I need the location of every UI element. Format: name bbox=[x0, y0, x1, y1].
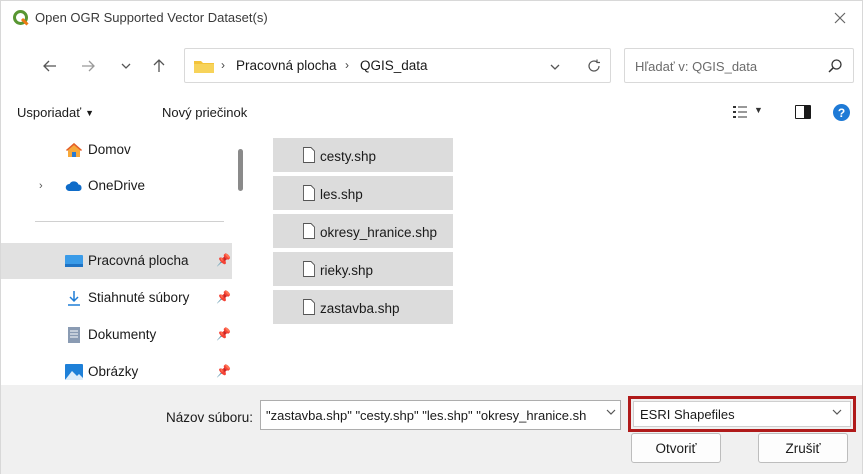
organize-label: Usporiadať bbox=[17, 105, 82, 120]
file-item-rieky[interactable]: rieky.shp bbox=[273, 252, 453, 288]
sidebar-divider bbox=[35, 221, 224, 222]
file-type-value: ESRI Shapefiles bbox=[640, 407, 735, 422]
breadcrumb-separator: › bbox=[345, 58, 349, 72]
new-folder-button[interactable]: Nový priečinok bbox=[162, 105, 247, 120]
forward-button[interactable] bbox=[76, 55, 100, 77]
organize-button[interactable]: Usporiadať ▼ bbox=[17, 105, 94, 120]
sidebar-item-downloads[interactable]: Stiahnuté súbory 📌 bbox=[1, 280, 232, 316]
folder-icon bbox=[194, 61, 214, 73]
address-dropdown-button[interactable] bbox=[543, 57, 567, 77]
file-item-zastavba[interactable]: zastavba.shp bbox=[273, 290, 453, 326]
arrow-left-icon bbox=[43, 60, 56, 72]
refresh-icon bbox=[588, 59, 600, 72]
arrow-up-icon bbox=[153, 59, 165, 72]
file-icon bbox=[303, 185, 315, 201]
window-title: Open OGR Supported Vector Dataset(s) bbox=[35, 10, 268, 25]
cloud-icon bbox=[65, 181, 82, 191]
pin-icon[interactable]: 📌 bbox=[216, 364, 231, 378]
breadcrumb-item-qgis-data[interactable]: QGIS_data bbox=[360, 58, 428, 73]
chevron-down-icon[interactable] bbox=[606, 407, 616, 418]
sidebar-item-label: Stiahnuté súbory bbox=[88, 290, 190, 305]
sidebar-item-label: Dokumenty bbox=[88, 327, 157, 342]
recent-locations-button[interactable] bbox=[114, 55, 138, 77]
filename-label: Názov súboru: bbox=[166, 410, 254, 425]
pictures-icon bbox=[65, 364, 83, 380]
navigation-bar: › Pracovná plocha › QGIS_data Hľadať v: … bbox=[1, 35, 862, 95]
view-options-caret-icon[interactable]: ▼ bbox=[754, 105, 763, 115]
preview-pane-icon[interactable] bbox=[795, 105, 811, 119]
open-button[interactable]: Otvoriť bbox=[631, 433, 721, 463]
file-icon bbox=[303, 223, 315, 239]
file-item-okresy-hranice[interactable]: okresy_hranice.shp bbox=[273, 214, 453, 250]
file-name: cesty.shp bbox=[320, 149, 377, 164]
sidebar-item-desktop[interactable]: Pracovná plocha 📌 bbox=[1, 243, 232, 279]
sidebar-scrollbar[interactable] bbox=[238, 149, 243, 191]
file-name: okresy_hranice.shp bbox=[320, 225, 438, 240]
document-icon bbox=[68, 327, 80, 343]
filename-value: "zastavba.shp" "cesty.shp" "les.shp" "ok… bbox=[266, 408, 587, 423]
file-icon bbox=[303, 299, 315, 315]
cancel-button[interactable]: Zrušiť bbox=[758, 433, 848, 463]
address-bar[interactable]: › Pracovná plocha › QGIS_data bbox=[184, 48, 611, 83]
file-name: rieky.shp bbox=[320, 263, 374, 278]
sidebar-item-onedrive[interactable]: › OneDrive bbox=[1, 168, 232, 204]
file-name: zastavba.shp bbox=[320, 301, 400, 316]
breadcrumb-item-desktop[interactable]: Pracovná plocha bbox=[236, 58, 337, 73]
qgis-logo-icon bbox=[13, 10, 29, 26]
navigation-pane: Domov › OneDrive Pracovná plocha 📌 Stiah… bbox=[1, 131, 251, 385]
command-bar: Usporiadať ▼ Nový priečinok ▼ ? bbox=[1, 95, 862, 131]
sidebar-item-home[interactable]: Domov bbox=[1, 132, 232, 168]
sidebar-item-label: Obrázky bbox=[88, 364, 139, 379]
close-icon bbox=[834, 12, 846, 24]
sidebar-item-documents[interactable]: Dokumenty 📌 bbox=[1, 317, 232, 353]
file-type-select[interactable]: ESRI Shapefiles bbox=[633, 401, 851, 427]
file-icon bbox=[303, 261, 315, 277]
sidebar-item-label: Domov bbox=[88, 142, 131, 157]
file-type-highlight: ESRI Shapefiles bbox=[628, 396, 856, 432]
download-icon bbox=[68, 291, 80, 306]
file-item-cesty[interactable]: cesty.shp bbox=[273, 138, 453, 174]
up-button[interactable] bbox=[147, 55, 171, 77]
arrow-right-icon bbox=[82, 60, 95, 72]
help-icon[interactable]: ? bbox=[833, 104, 850, 121]
file-item-les[interactable]: les.shp bbox=[273, 176, 453, 212]
sidebar-item-label: Pracovná plocha bbox=[88, 253, 189, 268]
search-placeholder: Hľadať v: QGIS_data bbox=[635, 59, 758, 74]
refresh-button[interactable] bbox=[582, 56, 606, 76]
pin-icon[interactable]: 📌 bbox=[216, 290, 231, 304]
desktop-icon bbox=[65, 255, 83, 267]
pin-icon[interactable]: 📌 bbox=[216, 327, 231, 341]
sidebar-item-pictures[interactable]: Obrázky 📌 bbox=[1, 354, 232, 385]
chevron-down-icon bbox=[550, 64, 560, 70]
file-name: les.shp bbox=[320, 187, 363, 202]
sidebar-item-label: OneDrive bbox=[88, 178, 146, 193]
filename-input[interactable]: "zastavba.shp" "cesty.shp" "les.shp" "ok… bbox=[260, 400, 621, 430]
dialog-footer: Názov súboru: "zastavba.shp" "cesty.shp"… bbox=[1, 385, 862, 474]
search-icon bbox=[828, 59, 842, 73]
close-button[interactable] bbox=[826, 5, 854, 31]
search-box[interactable]: Hľadať v: QGIS_data bbox=[624, 48, 854, 83]
view-options-icon[interactable] bbox=[733, 105, 747, 119]
pin-icon[interactable]: 📌 bbox=[216, 253, 231, 267]
chevron-right-icon[interactable]: › bbox=[39, 180, 43, 192]
back-button[interactable] bbox=[38, 55, 62, 77]
home-icon bbox=[66, 143, 82, 157]
title-bar: Open OGR Supported Vector Dataset(s) bbox=[1, 1, 862, 35]
chevron-down-icon bbox=[832, 407, 842, 418]
breadcrumb-separator: › bbox=[221, 58, 225, 72]
open-dialog-window: Open OGR Supported Vector Dataset(s) › P… bbox=[0, 0, 863, 474]
caret-down-icon: ▼ bbox=[85, 108, 95, 118]
file-icon bbox=[303, 147, 315, 163]
chevron-down-icon bbox=[121, 63, 131, 69]
